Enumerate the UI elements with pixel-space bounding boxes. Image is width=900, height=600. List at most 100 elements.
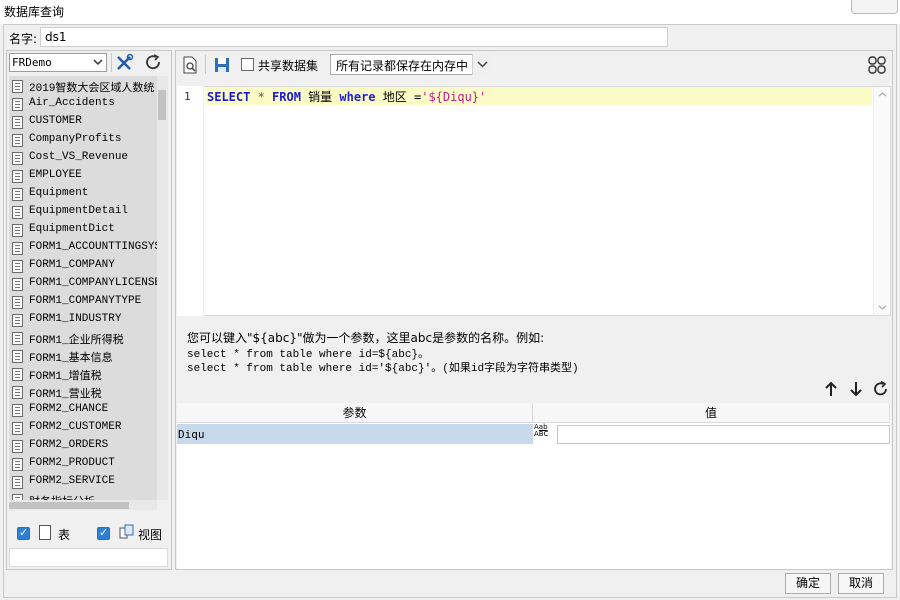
list-item[interactable]: FORM2_SERVICE — [9, 473, 159, 491]
value-type-label: Aab ABC — [534, 423, 549, 438]
list-item[interactable]: 2019智数大会区域人数统 — [9, 77, 159, 95]
list-item[interactable]: Cost_VS_Revenue — [9, 149, 159, 167]
cache-mode-value: 所有记录都保存在内存中 — [336, 59, 469, 73]
show-views-checkbox[interactable] — [97, 526, 110, 540]
table-list-scroll-thumb[interactable] — [158, 90, 166, 120]
list-item[interactable]: FORM1_基本信息 — [9, 347, 159, 365]
table-icon — [12, 368, 23, 381]
preview-icon[interactable] — [182, 56, 198, 74]
toolbar-divider — [111, 53, 112, 72]
layout-grid-icon[interactable] — [866, 55, 888, 75]
sql-text[interactable]: SELECT * FROM 销量 where 地区 ='${Diqu}' — [207, 88, 486, 105]
list-item-label: FORM1_增值税 — [29, 371, 102, 383]
list-item[interactable]: Air_Accidents — [9, 95, 159, 113]
table-list-scrollbar[interactable] — [157, 76, 168, 500]
list-item-label: FORM1_ACCOUNTTINGSYSTE — [29, 241, 159, 253]
line-number: 1 — [184, 90, 191, 103]
param-value-input[interactable] — [557, 425, 890, 444]
list-item[interactable]: FORM1_企业所得税 — [9, 329, 159, 347]
list-item-label: Equipment — [29, 187, 89, 199]
table-list-hscroll-thumb[interactable] — [9, 502, 129, 509]
list-item[interactable]: 财务指标分析 — [9, 491, 159, 500]
list-item-label: EquipmentDetail — [29, 205, 129, 217]
list-item-label: FORM1_企业所得税 — [29, 335, 124, 347]
table-icon — [12, 260, 23, 273]
list-item-label: FORM2_SERVICE — [29, 475, 115, 487]
list-item[interactable]: FORM2_ORDERS — [9, 437, 159, 455]
list-item[interactable]: Equipment — [9, 185, 159, 203]
table-icon — [12, 278, 23, 291]
list-item-label: FORM1_基本信息 — [29, 353, 113, 365]
list-item[interactable]: FORM1_营业税 — [9, 383, 159, 401]
table-icon — [12, 224, 23, 237]
refresh-icon[interactable] — [872, 380, 890, 398]
sql-condition: 地区 = — [375, 90, 422, 104]
sql-keyword-select: SELECT — [207, 90, 251, 104]
table-icon — [12, 440, 23, 453]
share-dataset-label: 共享数据集 — [258, 59, 319, 73]
table-icon — [12, 332, 23, 345]
table-icon — [39, 525, 51, 540]
list-item-label: CUSTOMER — [29, 115, 82, 127]
table-row[interactable] — [177, 424, 533, 444]
table-icon — [12, 458, 23, 471]
list-item[interactable]: FORM2_PRODUCT — [9, 455, 159, 473]
list-item-label: EMPLOYEE — [29, 169, 82, 181]
sql-editor[interactable] — [177, 86, 891, 316]
list-item[interactable]: EMPLOYEE — [9, 167, 159, 185]
database-config-icon[interactable] — [115, 53, 135, 72]
name-label: 名字: — [9, 32, 38, 46]
table-icon — [12, 134, 23, 147]
list-item-label: FORM1_COMPANY — [29, 259, 115, 271]
chevron-down-icon[interactable] — [89, 53, 107, 72]
list-item[interactable]: CUSTOMER — [9, 113, 159, 131]
share-dataset-checkbox[interactable] — [241, 58, 254, 71]
arrow-up-icon[interactable] — [822, 380, 840, 398]
sql-table-name: 销量 — [300, 90, 340, 104]
list-item[interactable]: FORM2_CHANCE — [9, 401, 159, 419]
table-search-input[interactable] — [9, 548, 168, 567]
table-icon — [12, 476, 23, 489]
table-icon — [12, 404, 23, 417]
list-item[interactable]: FORM1_ACCOUNTTINGSYSTE — [9, 239, 159, 257]
table-icon — [12, 386, 23, 399]
show-tables-label: 表 — [58, 528, 71, 542]
list-item-label: EquipmentDict — [29, 223, 115, 235]
close-button[interactable] — [851, 0, 898, 14]
database-select-value: FRDemo — [12, 56, 52, 69]
list-item[interactable]: FORM1_COMPANYTYPE — [9, 293, 159, 311]
table-icon — [12, 98, 23, 111]
list-item[interactable]: FORM1_COMPANYLICENSE — [9, 275, 159, 293]
table-icon — [12, 242, 23, 255]
list-item-label: 财务指标分析 — [29, 493, 95, 500]
refresh-icon[interactable] — [144, 53, 164, 72]
ok-button[interactable]: 确定 — [785, 573, 831, 594]
chevron-down-icon[interactable] — [472, 54, 491, 75]
list-item-label: FORM1_COMPANYLICENSE — [29, 277, 159, 289]
list-item[interactable]: EquipmentDetail — [9, 203, 159, 221]
save-icon[interactable] — [214, 56, 230, 74]
editor-scrollbar[interactable] — [873, 87, 890, 315]
name-input[interactable]: ds1 — [40, 27, 668, 47]
list-item[interactable]: CompanyProfits — [9, 131, 159, 149]
list-item[interactable]: FORM1_增值税 — [9, 365, 159, 383]
value-column-header: 值 — [533, 403, 890, 423]
sql-keyword-where: where — [339, 90, 376, 104]
list-item-label: FORM1_COMPANYTYPE — [29, 295, 142, 307]
table-icon — [12, 314, 23, 327]
list-item[interactable]: EquipmentDict — [9, 221, 159, 239]
list-item[interactable]: FORM1_INDUSTRY — [9, 311, 159, 329]
list-item-label: FORM2_CUSTOMER — [29, 421, 122, 433]
list-item[interactable]: FORM2_CUSTOMER — [9, 419, 159, 437]
list-item[interactable]: FORM1_COMPANY — [9, 257, 159, 275]
arrow-down-icon[interactable] — [847, 380, 865, 398]
line-number-gutter — [177, 86, 204, 316]
table-list[interactable]: 2019智数大会区域人数统 Air_Accidents CUSTOMER Compan… — [9, 76, 168, 500]
list-item-label: 2019智数大会区域人数统 — [29, 83, 155, 95]
list-item-label: FORM2_PRODUCT — [29, 457, 115, 469]
show-tables-checkbox[interactable] — [17, 526, 30, 540]
list-item-label: FORM2_ORDERS — [29, 439, 109, 451]
cancel-button[interactable]: 取消 — [838, 573, 884, 594]
hint-example-2: select * from table where id='${abc}'。(如… — [187, 363, 579, 375]
sql-star: * — [250, 90, 273, 104]
